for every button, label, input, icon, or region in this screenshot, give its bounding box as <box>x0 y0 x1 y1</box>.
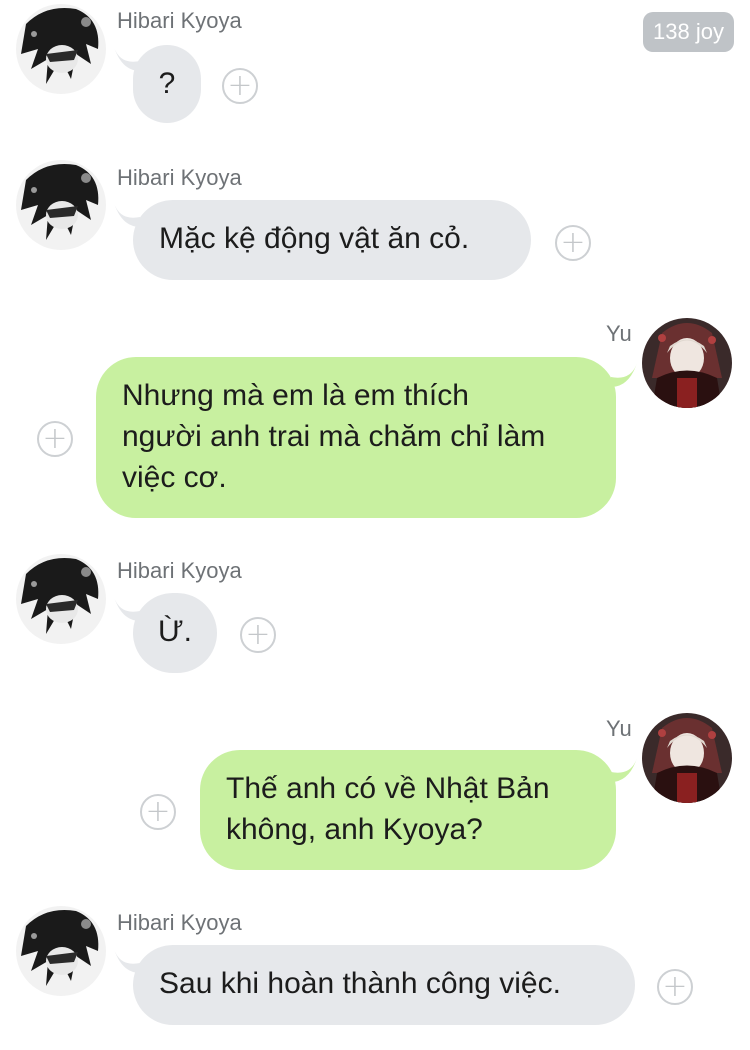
message-row: Hibari Kyoya Sau khi hoàn thành công việ… <box>0 903 750 1043</box>
message-row: Hibari Kyoya ? + <box>0 0 750 140</box>
message-bubble[interactable]: Nhưng mà em là em thích người anh trai m… <box>96 357 616 518</box>
yu-avatar[interactable] <box>642 318 732 408</box>
bubble-tail <box>611 758 637 782</box>
message-text: ? <box>158 67 176 100</box>
message-line: việc cơ. <box>122 461 227 494</box>
message-line: Thế anh có về Nhật Bản <box>226 772 550 805</box>
sender-name: Hibari Kyoya <box>117 558 242 583</box>
message-row: Yu Thế anh có về Nhật Bản không, anh Kyo… <box>0 710 750 875</box>
message-bubble[interactable]: Thế anh có về Nhật Bản không, anh Kyoya? <box>200 750 616 870</box>
sender-name: Hibari Kyoya <box>117 910 242 935</box>
message-bubble[interactable]: Sau khi hoàn thành công việc. <box>133 945 635 1025</box>
message-text: Mặc kệ động vật ăn cỏ. <box>159 222 470 255</box>
message-bubble[interactable]: Ừ. <box>133 593 217 673</box>
sender-name: Yu <box>606 321 632 346</box>
message-bubble[interactable]: ? <box>133 45 201 123</box>
hibari-avatar[interactable] <box>16 160 106 250</box>
add-icon[interactable]: + <box>240 617 276 653</box>
yu-avatar[interactable] <box>642 713 732 803</box>
message-line: Nhưng mà em là em thích <box>122 379 469 412</box>
sender-name: Hibari Kyoya <box>117 165 242 190</box>
message-line: người anh trai mà chăm chỉ làm <box>122 420 546 453</box>
message-line: không, anh Kyoya? <box>226 813 483 846</box>
message-bubble[interactable]: Mặc kệ động vật ăn cỏ. <box>133 200 531 280</box>
message-row: Yu Nhưng mà em là em thích người anh tra… <box>0 315 750 525</box>
message-row: Hibari Kyoya Mặc kệ động vật ăn cỏ. + <box>0 155 750 290</box>
bubble-tail <box>611 363 637 387</box>
hibari-avatar[interactable] <box>16 554 106 644</box>
message-row: Hibari Kyoya Ừ. + <box>0 550 750 685</box>
message-text: Ừ. <box>158 615 192 648</box>
add-icon[interactable]: + <box>555 225 591 261</box>
sender-name: Yu <box>606 716 632 741</box>
add-icon[interactable]: + <box>657 969 693 1005</box>
message-text: Sau khi hoàn thành công việc. <box>159 967 561 1000</box>
sender-name: Hibari Kyoya <box>117 8 242 33</box>
add-icon[interactable]: + <box>222 68 258 104</box>
hibari-avatar[interactable] <box>16 4 106 94</box>
add-icon[interactable]: + <box>37 421 73 457</box>
hibari-avatar[interactable] <box>16 906 106 996</box>
add-icon[interactable]: + <box>140 794 176 830</box>
